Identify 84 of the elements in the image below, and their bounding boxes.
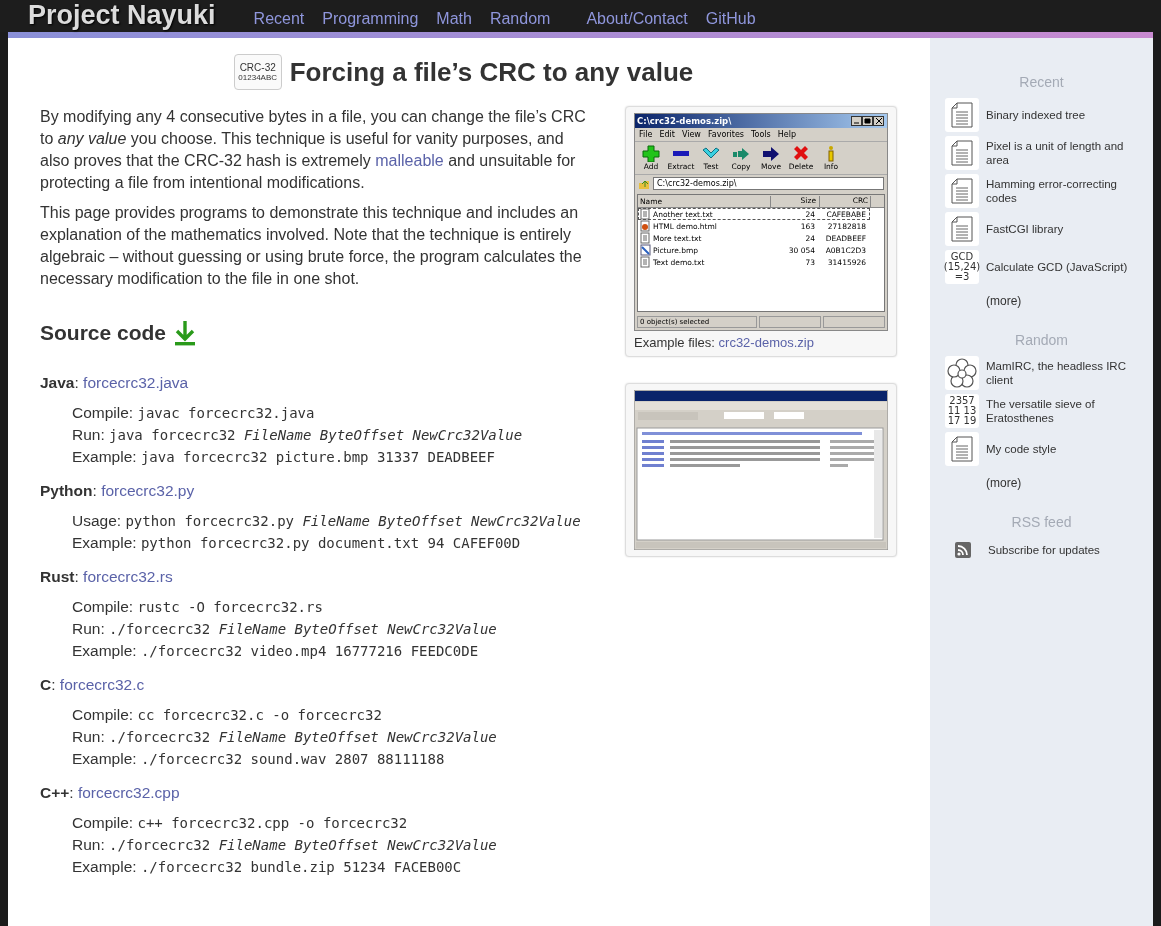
document-icon [945,432,979,466]
sidebar-link[interactable]: FastCGI library [986,222,1136,236]
menu-item[interactable]: Help [777,130,796,139]
text-file-icon [640,208,651,220]
language-heading: C: forcecrc32.c [40,676,146,694]
menu-item[interactable]: Tools [751,130,771,139]
nav-link[interactable]: Programming [322,10,419,28]
sidebar-link[interactable]: Subscribe for updates [988,543,1138,557]
document-icon [945,98,979,132]
sidebar-link[interactable]: Hamming error-correcting codes [986,177,1136,205]
section-heading: Source code [40,321,167,345]
menu-item[interactable]: File [639,130,653,139]
minus-icon [673,151,689,156]
nav-link[interactable]: About/Contact [586,10,688,28]
window-title: C:\crc32-demos.zip\ [637,116,732,126]
command-line: Compile: rustc -O forcecrc32.rs [72,597,324,617]
site-title[interactable]: Project Nayuki [28,0,216,32]
document-icon [945,136,979,170]
sidebar-link[interactable]: Binary indexed tree [986,108,1136,122]
language-heading: Rust: forcecrc32.rs [40,568,174,586]
menu-item[interactable]: View [681,130,701,139]
paragraph: By modifying any 4 consecutive bytes in a file, you can change the file’s CRC to any value you choose. This technique is useful for vanity purposes, and also proves that the CRC-32 hash is extremely malleable and unsuitable for protecting a file from intentional modifications. [40,107,587,193]
paragraph: This page provides programs to demonstrate this technique and includes an explanation of the mathematics involved. Note that the technique is entirely algebraic – without guessing or using brute force, the program calculates the necessary modification to the file in one shot. [40,203,583,289]
crc-icon: CRC-32 01234ABC [233,54,282,90]
more-link[interactable]: (more) [930,476,1153,490]
command-line: Example: python forcecrc32.py document.txt 94 CAFEF00D [72,533,522,553]
arrow-icon [732,145,750,162]
nav-link[interactable]: Random [489,10,551,28]
text-file-icon [640,232,651,244]
sidebar-heading: RSS feed [1010,514,1073,530]
web-page-icon [640,220,651,232]
source-file-link[interactable]: forcecrc32.rs [83,568,173,585]
source-file-link[interactable]: forcecrc32.java [83,374,189,391]
command-line: Example: ./forcecrc32 sound.wav 2807 88111188 [72,749,446,769]
address-field[interactable]: C:\crc32-demos.zip\ [653,177,884,190]
flower-icon [945,356,979,390]
sidebar-link[interactable]: Calculate GCD (JavaScript) [986,260,1136,274]
menu-item[interactable]: Edit [659,130,675,139]
sidebar-link[interactable]: Pixel is a unit of length and area [986,139,1136,167]
thumbnail-icon: GCD (15,24) =3 [945,250,979,284]
command-line: Compile: c++ forcecrc32.cpp -o forcecrc32 [72,813,409,833]
document-icon [945,212,979,246]
source-file-link[interactable]: forcecrc32.cpp [77,784,180,801]
nav-link[interactable]: Math [436,10,472,28]
nav-link[interactable]: GitHub [705,10,756,28]
command-line: Run: ./forcecrc32 FileName ByteOffset NewCrc32Value [72,727,498,747]
sidebar-link[interactable]: The versatile sieve of Eratosthenes [986,397,1136,425]
sidebar-heading: Recent [1018,74,1065,90]
page-title: Forcing a file’s CRC to any value [289,56,694,88]
command-line: Example: ./forcecrc32 bundle.zip 51234 FACEB00C [72,857,463,877]
arrow-icon [762,145,780,162]
command-line: Compile: javac forcecrc32.java [72,403,316,423]
status-pane [823,316,885,328]
command-line: Example: ./forcecrc32 video.mp4 16777216 FEEDC0DE [72,641,480,661]
cross-icon [792,145,810,162]
command-line: Example: java forcecrc32 picture.bmp 31337 DEADBEEF [72,447,496,467]
download-icon [174,320,197,346]
sidebar-link[interactable]: MamIRC, the headless IRC client [986,359,1136,387]
language-heading: Python: forcecrc32.py [40,482,196,500]
thumbnail-icon: 2357 11 13 17 19 [945,394,979,428]
download-link[interactable]: crc32-demos.zip [718,335,814,350]
nav-link[interactable]: Recent [253,10,305,28]
image-file-icon [640,244,651,256]
text-link[interactable]: malleable [375,152,444,169]
command-line: Compile: cc forcecrc32.c -o forcecrc32 [72,705,383,725]
command-line: Run: java forcecrc32 FileName ByteOffset NewCrc32Value [72,425,524,445]
command-line: Run: ./forcecrc32 FileName ByteOffset NewCrc32Value [72,619,498,639]
command-line: Run: ./forcecrc32 FileName ByteOffset NewCrc32Value [72,835,498,855]
window-controls-icon [851,116,885,126]
plus-icon [642,145,660,162]
sidebar-heading: Random [1014,332,1069,348]
sidebar-link[interactable]: My code style [986,442,1136,456]
language-heading: Java: forcecrc32.java [40,374,190,392]
menu-item[interactable]: Favorites [707,130,744,139]
command-line: Usage: python forcecrc32.py FileName ByteOffset NewCrc32Value [72,511,582,531]
source-file-link[interactable]: forcecrc32.c [59,676,145,693]
figure-caption: Example files: crc32-demos.zip [634,335,815,350]
more-link[interactable]: (more) [930,294,1153,308]
status-pane [759,316,821,328]
rss-icon [955,542,971,558]
language-heading: C++: forcecrc32.cpp [40,784,181,802]
document-icon [945,174,979,208]
text-file-icon [640,256,651,268]
source-file-link[interactable]: forcecrc32.py [101,482,195,499]
